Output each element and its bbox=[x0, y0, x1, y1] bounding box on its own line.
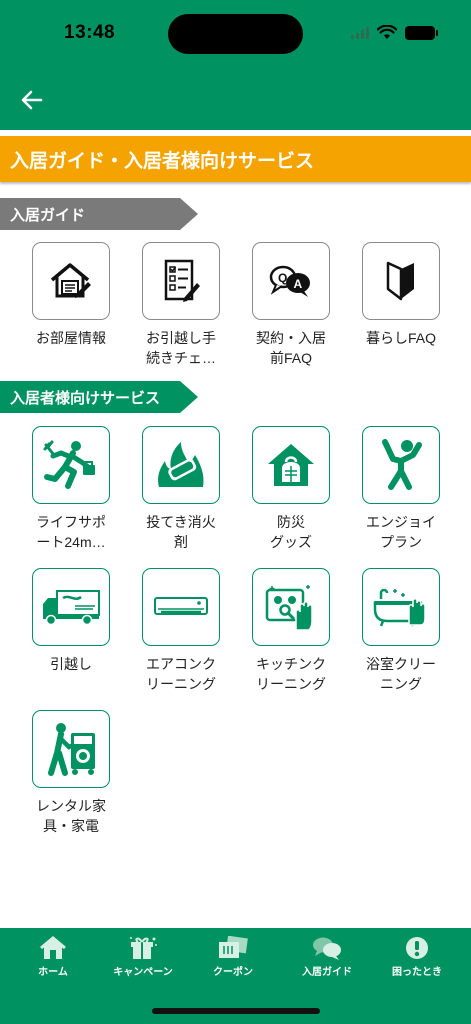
service-item-moving[interactable]: 引越し bbox=[16, 568, 126, 674]
service-item-enjoy-plan[interactable]: エンジョイ プラン bbox=[346, 426, 456, 552]
chat-bubbles-icon bbox=[313, 937, 341, 960]
kitchen-cleaning-icon bbox=[265, 585, 313, 631]
tile-label: レンタル家 具・家電 bbox=[36, 798, 106, 834]
service-item-emergency-goods[interactable]: 防災 グッズ bbox=[236, 426, 346, 552]
svg-text:Q: Q bbox=[278, 271, 287, 285]
tile-icon-box bbox=[362, 242, 440, 320]
tile-label: 引越し bbox=[50, 656, 92, 672]
tile-label: お部屋情報 bbox=[36, 330, 106, 346]
tile-icon-box bbox=[142, 568, 220, 646]
tab-label: ホーム bbox=[38, 967, 68, 978]
guide-item-room-info[interactable]: お部屋情報 bbox=[16, 242, 126, 348]
tile-label: ライフサポ ート24m… bbox=[36, 514, 106, 550]
tile-label: 投てき消火 剤 bbox=[146, 514, 216, 550]
tile-label: 防災 グッズ bbox=[270, 514, 312, 550]
tab-troubleshooting[interactable]: 困ったとき bbox=[372, 936, 462, 978]
home-icon bbox=[40, 936, 66, 959]
battery-icon bbox=[405, 25, 438, 40]
service-item-ac-cleaning[interactable]: エアコンク リーニング bbox=[126, 568, 236, 694]
section-header-services: 入居者様向けサービス bbox=[0, 381, 198, 413]
tab-home[interactable]: ホーム bbox=[8, 936, 98, 978]
dynamic-island bbox=[168, 14, 303, 54]
cellular-signal-icon bbox=[351, 26, 369, 39]
bathtub-icon bbox=[373, 588, 426, 627]
tile-label: キッチンク リーニング bbox=[256, 656, 326, 692]
wifi-icon bbox=[377, 25, 397, 39]
service-item-bath-cleaning[interactable]: 浴室クリー ニング bbox=[346, 568, 456, 694]
page-title: 入居ガイド・入居者様向けサービス bbox=[10, 150, 315, 172]
service-item-rental-furniture[interactable]: レンタル家 具・家電 bbox=[16, 710, 126, 836]
enjoy-person-icon bbox=[382, 439, 422, 490]
svg-text:A: A bbox=[294, 277, 303, 291]
back-button[interactable] bbox=[16, 84, 48, 116]
tile-icon-box bbox=[142, 242, 220, 320]
back-arrow-icon bbox=[21, 90, 43, 110]
emergency-bag-icon bbox=[268, 444, 314, 486]
beginner-mark-icon bbox=[386, 261, 414, 301]
coupon-icon bbox=[219, 936, 248, 958]
section-title: 入居ガイド bbox=[10, 206, 86, 224]
tile-icon-box bbox=[252, 426, 330, 504]
tile-label: エアコンク リーニング bbox=[146, 656, 216, 692]
qa-bubbles-icon: Q A bbox=[269, 265, 310, 297]
alert-icon bbox=[406, 937, 428, 959]
tile-icon-box bbox=[32, 710, 110, 788]
gift-icon bbox=[130, 937, 157, 959]
rental-appliance-icon bbox=[48, 723, 95, 776]
tile-label: お引越し手 続きチェ… bbox=[146, 330, 216, 366]
guide-item-contract-faq[interactable]: Q A 契約・入居 前FAQ bbox=[236, 242, 346, 368]
house-document-icon bbox=[50, 263, 91, 298]
tile-label: 契約・入居 前FAQ bbox=[256, 330, 326, 366]
tile-icon-box bbox=[362, 568, 440, 646]
status-bar: 13:48 bbox=[0, 0, 471, 72]
tab-label: キャンペーン bbox=[113, 967, 173, 978]
tile-label: 浴室クリー ニング bbox=[366, 656, 436, 692]
tab-campaign[interactable]: キャンペーン bbox=[98, 936, 188, 978]
tile-label: 暮らしFAQ bbox=[365, 330, 436, 346]
guide-item-living-faq[interactable]: 暮らしFAQ bbox=[346, 242, 456, 348]
navigation-bar bbox=[0, 72, 471, 130]
fire-extinguisher-icon bbox=[158, 442, 204, 487]
tile-icon-box: Q A bbox=[252, 242, 330, 320]
status-icons bbox=[351, 25, 438, 40]
guide-item-moving-checklist[interactable]: お引越し手 続きチェ… bbox=[126, 242, 236, 368]
tab-move-in-guide[interactable]: 入居ガイド bbox=[282, 936, 372, 978]
service-item-life-support[interactable]: ライフサポ ート24m… bbox=[16, 426, 126, 552]
tab-label: クーポン bbox=[213, 967, 253, 978]
air-conditioner-icon bbox=[154, 597, 208, 615]
home-indicator bbox=[152, 1008, 320, 1014]
checklist-icon bbox=[164, 259, 200, 302]
support-runner-icon bbox=[43, 440, 95, 489]
page-title-banner: 入居ガイド・入居者様向けサービス bbox=[0, 136, 471, 182]
moving-truck-icon bbox=[43, 590, 100, 626]
tile-icon-box bbox=[32, 568, 110, 646]
tab-label: 入居ガイド bbox=[302, 967, 352, 978]
tile-label: エンジョイ プラン bbox=[366, 514, 436, 550]
tile-icon-box bbox=[32, 242, 110, 320]
tile-icon-box bbox=[142, 426, 220, 504]
service-item-fire-extinguisher[interactable]: 投てき消火 剤 bbox=[126, 426, 236, 552]
section-title: 入居者様向けサービス bbox=[10, 389, 161, 407]
status-time: 13:48 bbox=[64, 22, 116, 43]
tile-icon-box bbox=[32, 426, 110, 504]
section-header-guide: 入居ガイド bbox=[0, 198, 198, 230]
tile-icon-box bbox=[362, 426, 440, 504]
tab-label: 困ったとき bbox=[392, 967, 442, 978]
service-item-kitchen-cleaning[interactable]: キッチンク リーニング bbox=[236, 568, 346, 694]
tab-coupon[interactable]: クーポン bbox=[188, 936, 278, 978]
tile-icon-box bbox=[252, 568, 330, 646]
